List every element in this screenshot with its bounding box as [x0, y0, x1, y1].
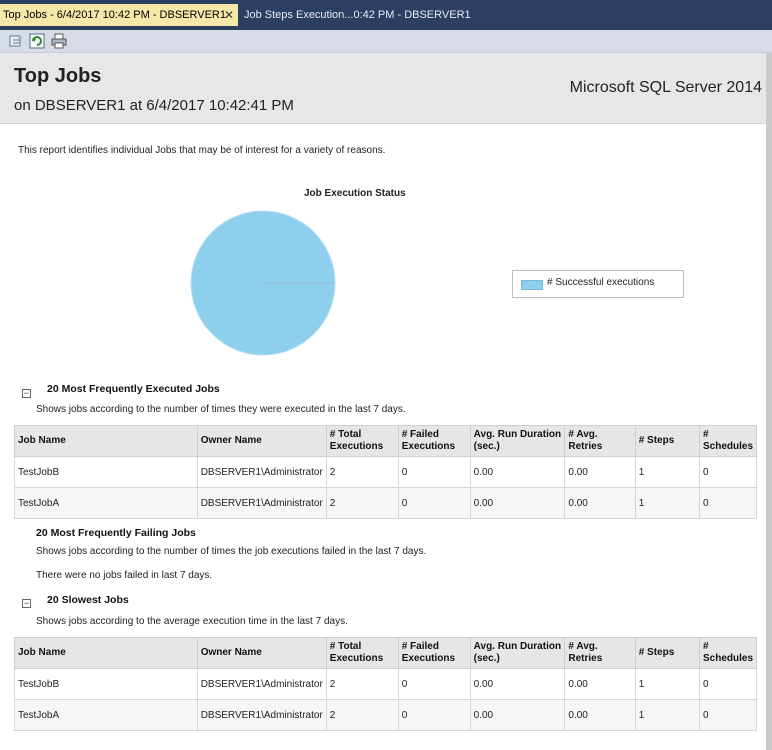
cell-failed-executions: 0 — [397, 487, 471, 519]
col-steps: # Steps — [634, 425, 700, 457]
chart-legend: # Successful executions — [512, 270, 684, 298]
close-tab-icon[interactable]: ✕ — [224, 4, 234, 26]
col-owner-name: Owner Name — [196, 425, 327, 457]
tab-top-jobs-label: Top Jobs - 6/4/2017 10:42 PM - DBSERVER1 — [3, 9, 226, 21]
cell-owner-name: DBSERVER1\Administrator — [196, 699, 327, 731]
col-total-executions: # Total Executions — [325, 425, 399, 457]
col-avg-run-duration: Avg. Run Duration (sec.) — [469, 637, 566, 669]
print-icon[interactable] — [51, 33, 67, 49]
frequently-executed-jobs-table: Job Name Owner Name # Total Executions #… — [14, 425, 758, 519]
table-row: TestJobB DBSERVER1\Administrator 2 0 0.0… — [14, 456, 758, 488]
cell-avg-run-duration: 0.00 — [469, 668, 566, 700]
cell-avg-retries: 0.00 — [564, 456, 636, 488]
report-subtitle: on DBSERVER1 at 6/4/2017 10:42:41 PM — [14, 97, 294, 114]
section-title-slowest-jobs: 20 Slowest Jobs — [47, 594, 129, 606]
cell-avg-run-duration: 0.00 — [469, 699, 566, 731]
cell-failed-executions: 0 — [397, 456, 471, 488]
cell-steps: 1 — [634, 699, 700, 731]
col-schedules: # Schedules — [698, 425, 758, 457]
section-desc-slowest-jobs: Shows jobs according to the average exec… — [36, 616, 348, 627]
tab-job-steps-execution-label: Job Steps Execution...0:42 PM - DBSERVER… — [244, 9, 471, 21]
cell-job-name: TestJobA — [14, 699, 198, 731]
cell-avg-run-duration: 0.00 — [469, 487, 566, 519]
cell-owner-name: DBSERVER1\Administrator — [196, 456, 327, 488]
tab-top-jobs[interactable]: Top Jobs - 6/4/2017 10:42 PM - DBSERVER1… — [0, 4, 238, 26]
cell-total-executions: 2 — [325, 668, 399, 700]
col-schedules: # Schedules — [698, 637, 758, 669]
cell-total-executions: 2 — [325, 699, 399, 731]
job-execution-pie-chart — [190, 210, 336, 356]
col-total-executions: # Total Executions — [325, 637, 399, 669]
section-title-frequently-executed: 20 Most Frequently Executed Jobs — [47, 383, 220, 395]
chart-title: Job Execution Status — [304, 188, 406, 199]
cell-owner-name: DBSERVER1\Administrator — [196, 668, 327, 700]
col-failed-executions: # Failed Executions — [397, 637, 471, 669]
cell-total-executions: 2 — [325, 456, 399, 488]
report-toolbar — [0, 30, 772, 53]
col-avg-retries: # Avg. Retries — [564, 637, 636, 669]
cell-avg-run-duration: 0.00 — [469, 456, 566, 488]
cell-total-executions: 2 — [325, 487, 399, 519]
tab-job-steps-execution[interactable]: Job Steps Execution...0:42 PM - DBSERVER… — [241, 4, 491, 26]
table-row: TestJobA DBSERVER1\Administrator 2 0 0.0… — [14, 487, 758, 519]
refresh-icon[interactable] — [29, 33, 45, 49]
slowest-jobs-table: Job Name Owner Name # Total Executions #… — [14, 637, 758, 731]
table-row: TestJobB DBSERVER1\Administrator 2 0 0.0… — [14, 668, 758, 700]
cell-steps: 1 — [634, 456, 700, 488]
section-title-frequently-failing: 20 Most Frequently Failing Jobs — [36, 527, 196, 539]
col-owner-name: Owner Name — [196, 637, 327, 669]
cell-steps: 1 — [634, 487, 700, 519]
document-tab-strip: Top Jobs - 6/4/2017 10:42 PM - DBSERVER1… — [0, 0, 772, 30]
section-desc-frequently-executed: Shows jobs according to the number of ti… — [36, 404, 406, 415]
cell-schedules: 0 — [698, 668, 758, 700]
cell-job-name: TestJobB — [14, 456, 198, 488]
cell-failed-executions: 0 — [397, 699, 471, 731]
cell-schedules: 0 — [698, 487, 758, 519]
col-avg-run-duration: Avg. Run Duration (sec.) — [469, 425, 566, 457]
cell-steps: 1 — [634, 668, 700, 700]
cell-schedules: 0 — [698, 456, 758, 488]
cell-owner-name: DBSERVER1\Administrator — [196, 487, 327, 519]
col-avg-retries: # Avg. Retries — [564, 425, 636, 457]
col-failed-executions: # Failed Executions — [397, 425, 471, 457]
table-row: TestJobA DBSERVER1\Administrator 2 0 0.0… — [14, 699, 758, 731]
no-failed-jobs-message: There were no jobs failed in last 7 days… — [36, 570, 213, 581]
legend-label-successful: # Successful executions — [547, 277, 655, 288]
section-desc-frequently-failing: Shows jobs according to the number of ti… — [36, 546, 427, 557]
report-header: Top Jobs on DBSERVER1 at 6/4/2017 10:42:… — [0, 53, 766, 124]
collapse-toggle-icon[interactable]: − — [22, 389, 31, 398]
cell-avg-retries: 0.00 — [564, 487, 636, 519]
cell-avg-retries: 0.00 — [564, 668, 636, 700]
collapse-toggle-icon[interactable]: − — [22, 599, 31, 608]
cell-job-name: TestJobB — [14, 668, 198, 700]
col-job-name: Job Name — [14, 637, 198, 669]
cell-failed-executions: 0 — [397, 668, 471, 700]
vertical-scrollbar[interactable] — [766, 53, 772, 750]
cell-job-name: TestJobA — [14, 487, 198, 519]
report-description: This report identifies individual Jobs t… — [18, 145, 386, 156]
legend-swatch-successful — [521, 280, 543, 290]
product-name: Microsoft SQL Server 2014 — [569, 79, 762, 96]
cell-schedules: 0 — [698, 699, 758, 731]
col-steps: # Steps — [634, 637, 700, 669]
report-title: Top Jobs — [14, 65, 102, 87]
cell-avg-retries: 0.00 — [564, 699, 636, 731]
print-layout-icon[interactable] — [8, 33, 24, 49]
col-job-name: Job Name — [14, 425, 198, 457]
